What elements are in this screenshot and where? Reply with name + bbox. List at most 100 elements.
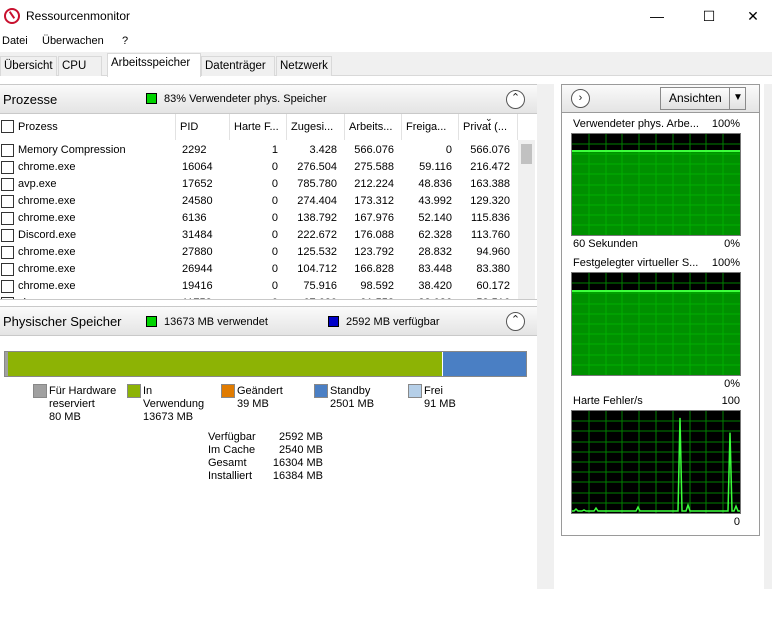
legend-label-line2: reserviert — [49, 398, 95, 410]
cell-pid: 6136 — [182, 212, 207, 224]
cell-hard: 0 — [271, 161, 278, 173]
col-prozess[interactable]: Prozess — [0, 114, 176, 140]
cell-pid: 11752 — [182, 297, 222, 299]
process-table: Prozess PID Harte F... Zugesi... Arbeits… — [0, 114, 537, 300]
menu-bar: Datei Überwachen ? — [0, 32, 772, 52]
col-pid[interactable]: PID — [176, 114, 230, 140]
select-all-checkbox[interactable] — [1, 120, 14, 133]
table-row[interactable]: chrome.exe 6136 0 138.792 167.976 52.140 115.8… — [0, 210, 518, 227]
cell-private: 115.836 — [471, 212, 510, 224]
col-arbeitssatz[interactable]: Arbeits... — [345, 114, 402, 140]
process-checkbox[interactable] — [1, 195, 14, 208]
tab-datentraeger[interactable]: Datenträger — [201, 56, 275, 76]
process-checkbox[interactable] — [1, 297, 14, 299]
table-row[interactable]: Memory Compression 2292 1 3.428 566.076 0 566.… — [0, 142, 518, 159]
graph-max-label: 100% — [711, 118, 740, 130]
memory-usage-indicator — [146, 93, 157, 104]
table-row[interactable]: Discord.exe 31484 0 222.672 176.088 62.328 113… — [0, 227, 518, 244]
cell-working: 98.592 — [360, 280, 394, 292]
legend-swatch — [33, 384, 47, 398]
summary-value: 16304 MB — [272, 457, 323, 469]
graph-min-label: 0% — [724, 238, 740, 250]
collapse-physical-memory-button[interactable]: ⌃ — [506, 312, 525, 331]
process-checkbox[interactable] — [1, 144, 14, 157]
cell-pid: 19416 — [182, 280, 213, 292]
memory-bar-standby — [443, 352, 526, 376]
col-freigegeben[interactable]: Freiga... — [402, 114, 459, 140]
table-row[interactable]: chrome.exe 27880 0 125.532 123.792 28.832 94.9… — [0, 244, 518, 261]
summary-value: 16384 MB — [272, 470, 323, 482]
cell-private: 216.472 — [470, 161, 510, 173]
process-scrollbar[interactable] — [518, 140, 535, 299]
close-button[interactable]: ✕ — [730, 0, 772, 32]
menu-help[interactable]: ? — [122, 35, 128, 47]
cell-commit: 104.712 — [297, 263, 337, 275]
graph-max-label: 100% — [711, 257, 740, 269]
graph-title: Verwendeter phys. Arbe... — [573, 118, 699, 130]
table-row[interactable]: avp.exe 17652 0 785.780 212.224 48.836 163.388 — [0, 176, 518, 193]
menu-ueberwachen[interactable]: Überwachen — [42, 35, 104, 47]
process-checkbox[interactable] — [1, 178, 14, 191]
cell-shared: 38.420 — [418, 280, 452, 292]
process-name: Discord.exe — [18, 229, 77, 241]
cell-private: 94.960 — [476, 246, 510, 258]
minimize-button[interactable]: — — [634, 0, 680, 32]
tab-arbeitsspeicher[interactable]: Arbeitsspeicher — [107, 53, 201, 77]
cell-pid: 16064 — [182, 161, 213, 173]
cell-private: 566.076 — [470, 144, 510, 156]
process-checkbox[interactable] — [1, 161, 14, 174]
collapse-processes-button[interactable]: ⌃ — [506, 90, 525, 109]
expand-graphs-button[interactable]: › — [571, 89, 590, 108]
processes-header[interactable]: Prozesse 83% Verwendeter phys. Speicher … — [0, 84, 537, 114]
table-row[interactable]: chrome.exe 11752 0 67.620 91.552 38.036 53.516 — [0, 295, 518, 299]
legend-value: 39 MB — [237, 398, 269, 410]
maximize-button[interactable]: ☐ — [686, 0, 732, 32]
process-name: chrome.exe — [18, 161, 76, 173]
tab-cpu[interactable]: CPU — [58, 56, 102, 76]
right-pane-scrollbar[interactable] — [764, 84, 772, 589]
cell-commit: 274.404 — [297, 195, 337, 207]
physical-memory-header[interactable]: Physischer Speicher 13673 MB verwendet 2… — [0, 306, 537, 336]
summary-label: Verfügbar — [208, 431, 256, 443]
cell-hard: 0 — [271, 246, 278, 258]
table-row[interactable]: chrome.exe 16064 0 276.504 275.588 59.116 216.… — [0, 159, 518, 176]
left-pane-scrollbar[interactable] — [537, 84, 554, 589]
used-memory-indicator — [146, 316, 157, 327]
cell-hard: 0 — [234, 297, 278, 299]
available-memory-indicator — [328, 316, 339, 327]
table-row[interactable]: chrome.exe 26944 0 104.712 166.828 83.448 83.3… — [0, 261, 518, 278]
process-checkbox[interactable] — [1, 229, 14, 242]
tab-netzwerk[interactable]: Netzwerk — [276, 56, 332, 76]
cell-shared: 43.992 — [418, 195, 452, 207]
legend-label: Standby — [330, 385, 371, 397]
process-checkbox[interactable] — [1, 263, 14, 276]
cell-working: 212.224 — [354, 178, 394, 190]
cell-commit: 276.504 — [297, 161, 337, 173]
process-scroll-thumb[interactable] — [521, 144, 532, 164]
legend-value: 13673 MB — [143, 411, 194, 423]
table-row[interactable]: chrome.exe 24580 0 274.404 173.312 43.992 129.… — [0, 193, 518, 210]
menu-datei[interactable]: Datei — [2, 35, 28, 47]
cell-shared: 38.036 — [404, 297, 452, 299]
processes-status: 83% Verwendeter phys. Speicher — [164, 93, 327, 105]
usage-area — [572, 151, 740, 235]
memory-bar-in-use — [8, 352, 442, 376]
cell-commit: 138.792 — [297, 212, 337, 224]
resource-monitor-icon — [4, 8, 20, 24]
cell-shared: 62.328 — [418, 229, 452, 241]
graph-svg — [572, 273, 740, 375]
process-checkbox[interactable] — [1, 280, 14, 293]
col-zugesichert[interactable]: Zugesi... — [287, 114, 345, 140]
col-harte-fehler[interactable]: Harte F... — [230, 114, 287, 140]
cell-pid: 2292 — [182, 144, 207, 156]
table-row[interactable]: chrome.exe 19416 0 75.916 98.592 38.420 60.172 — [0, 278, 518, 295]
cell-commit: 785.780 — [297, 178, 337, 190]
views-dropdown-arrow[interactable]: ▼ — [729, 87, 746, 110]
process-checkbox[interactable] — [1, 212, 14, 225]
legend-value: 80 MB — [49, 411, 81, 423]
tab-uebersicht[interactable]: Übersicht — [0, 56, 57, 76]
graph-canvas — [571, 272, 741, 376]
cell-shared: 28.832 — [418, 246, 452, 258]
process-checkbox[interactable] — [1, 246, 14, 259]
col-privat[interactable]: Privat (... ⌄ — [459, 114, 518, 140]
